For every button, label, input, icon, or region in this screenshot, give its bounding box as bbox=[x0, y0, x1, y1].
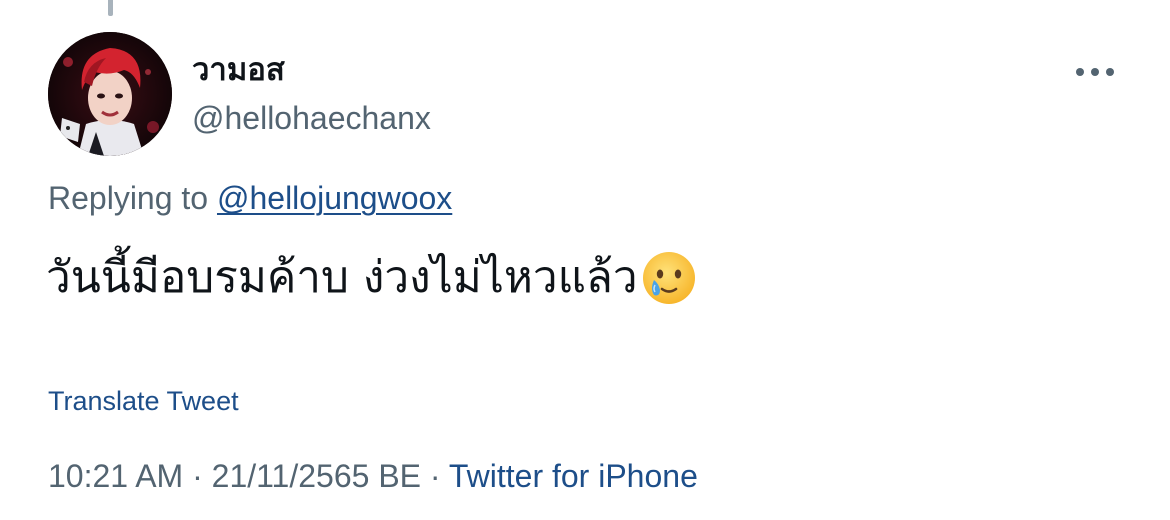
meta-separator: · bbox=[183, 458, 212, 494]
tweet-body: วันนี้มีอบรมค้าบ ง่วงไม่ไหวแล้ว bbox=[46, 246, 698, 310]
face-holding-back-tears-icon bbox=[640, 249, 698, 307]
tweet-source-link[interactable]: Twitter for iPhone bbox=[449, 458, 698, 494]
thread-connector-line bbox=[108, 0, 113, 16]
tweet-time[interactable]: 10:21 AM bbox=[48, 458, 183, 494]
replying-to-handle-link[interactable]: @hellojungwoox bbox=[217, 180, 452, 216]
translate-tweet-link[interactable]: Translate Tweet bbox=[48, 383, 239, 419]
author-display-name[interactable]: วามอส bbox=[192, 48, 285, 92]
more-dot-icon bbox=[1106, 68, 1114, 76]
meta-separator: · bbox=[421, 458, 449, 494]
more-dot-icon bbox=[1091, 68, 1099, 76]
tweet-text: วันนี้มีอบรมค้าบ ง่วงไม่ไหวแล้ว bbox=[46, 252, 638, 303]
replying-to-label: Replying to bbox=[48, 180, 217, 216]
tweet-metadata: 10:21 AM · 21/11/2565 BE · Twitter for i… bbox=[48, 454, 698, 498]
tweet-date[interactable]: 21/11/2565 BE bbox=[212, 458, 421, 494]
author-handle[interactable]: @hellohaechanx bbox=[192, 96, 431, 140]
more-dot-icon bbox=[1076, 68, 1084, 76]
avatar-image bbox=[48, 32, 172, 156]
avatar[interactable] bbox=[48, 32, 172, 156]
more-options-button[interactable] bbox=[1066, 52, 1124, 92]
replying-to-line: Replying to @hellojungwoox bbox=[48, 176, 452, 220]
